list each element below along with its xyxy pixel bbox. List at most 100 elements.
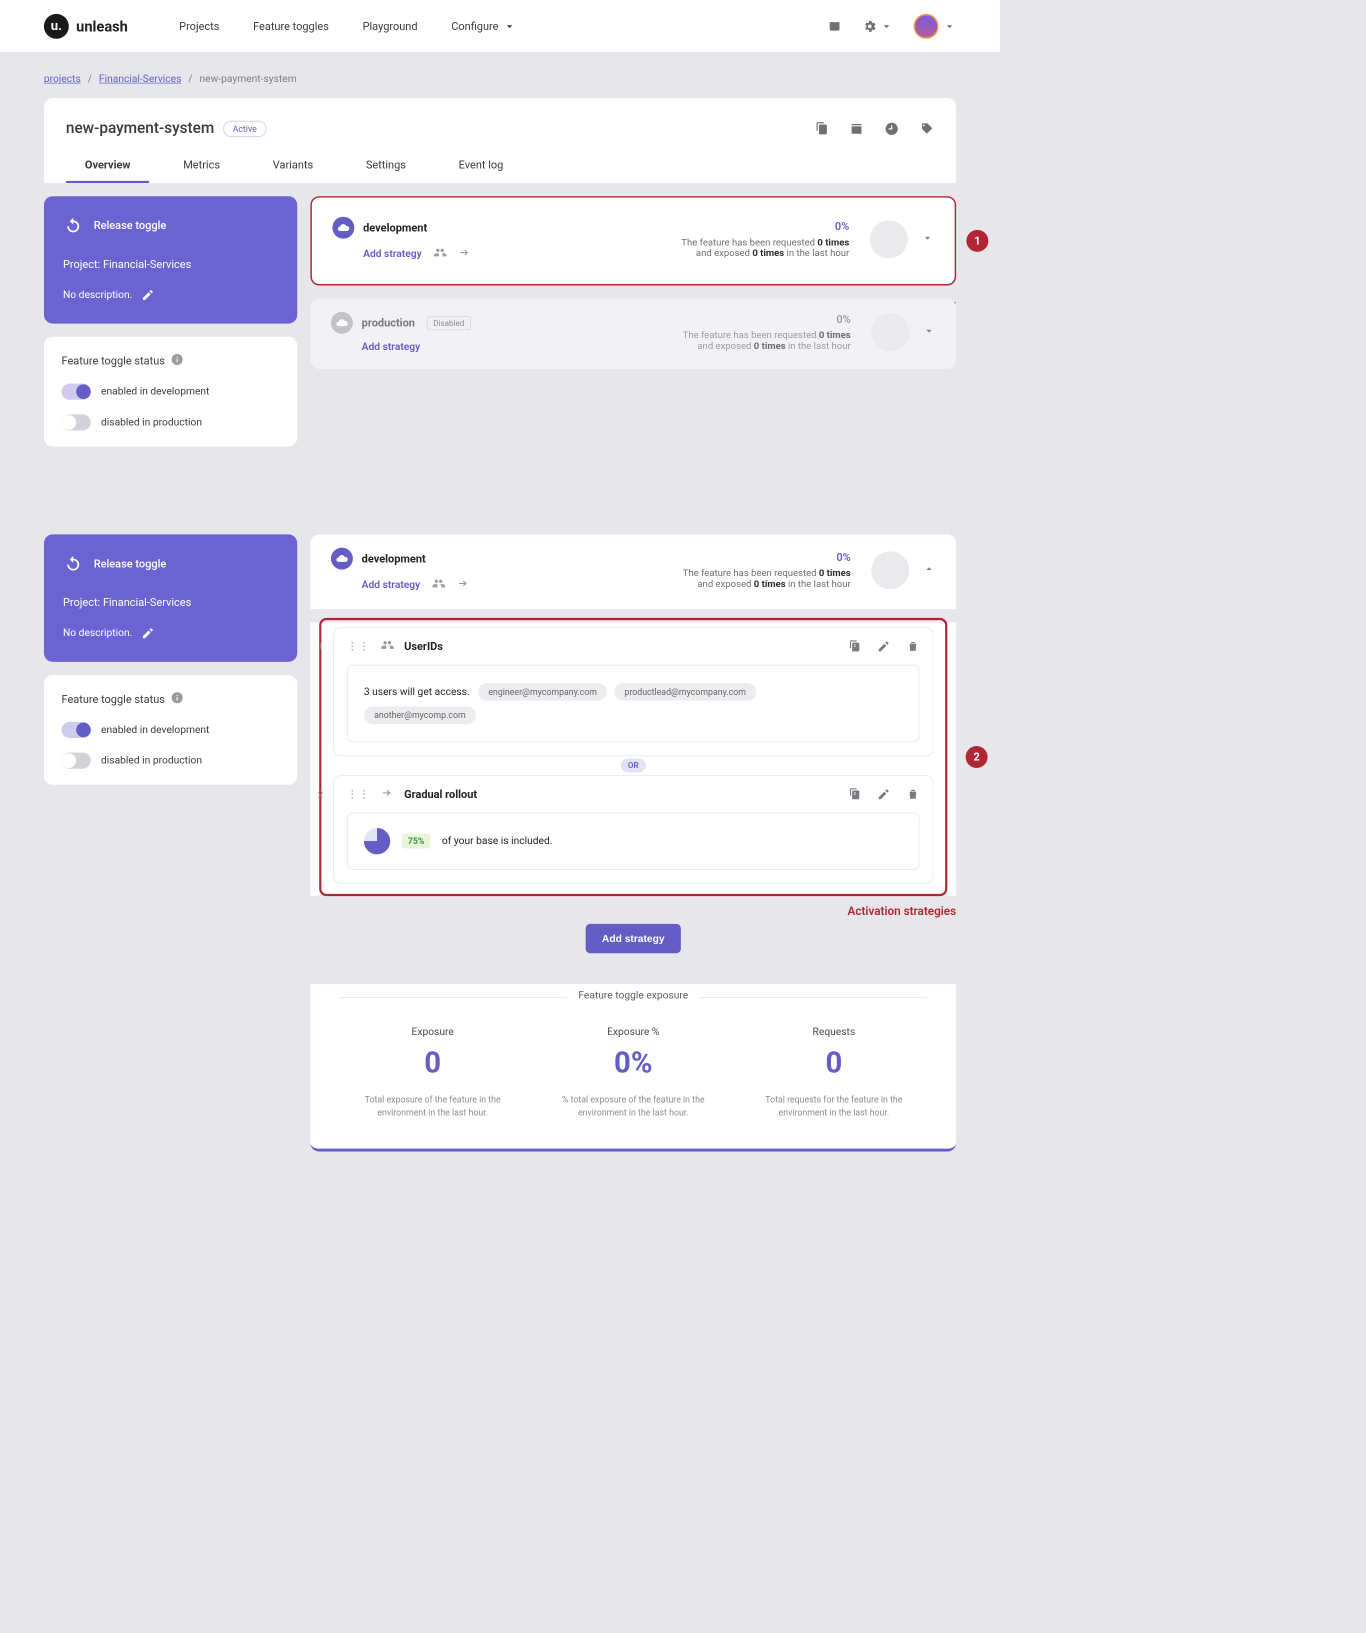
callout-2-badge: 2 [966,746,988,768]
req-text: The feature has been requested [683,330,819,341]
chevron-down-icon [943,19,956,32]
env-card-development[interactable]: 1 development Add strategy [310,196,956,285]
strategies-panel: 2 1 ⋮⋮ UserIDs [310,622,956,896]
toggle-dev-label: enabled in development [101,386,209,398]
info-icon[interactable] [171,691,184,707]
chevron-down-icon [880,19,893,32]
nav-feature-toggles[interactable]: Feature toggles [253,19,329,32]
strategy-index: 1 [318,641,323,652]
logo-icon: u. [44,14,69,39]
rollout-icon[interactable] [457,577,470,593]
exposure-label: Exposure % [540,1026,726,1038]
metrics-circle [871,551,909,589]
exposure-cell-requests: Requests 0 Total requests for the featur… [741,1026,927,1119]
env-card-production[interactable]: production Disabled Add strategy 0% The … [310,299,956,369]
project-name: Financial-Services [103,258,191,271]
tab-overview[interactable]: Overview [85,158,131,183]
delete-strategy-icon[interactable] [906,640,919,653]
edit-description-icon[interactable] [141,288,154,301]
rollout-icon [381,786,394,802]
add-strategy-link[interactable]: Add strategy [362,579,421,591]
breadcrumb-projects[interactable]: projects [44,73,81,85]
add-strategy-link[interactable]: Add strategy [362,341,421,353]
no-description-text: No description. [63,289,132,301]
toggle-prod[interactable] [61,414,90,430]
edit-description-icon[interactable] [141,627,154,640]
copy-icon[interactable] [814,122,829,137]
delete-strategy-icon[interactable] [906,788,919,801]
req-text: The feature has been requested [681,237,817,248]
cloud-icon [332,217,354,239]
user-chip: productlead@mycompany.com [614,683,756,701]
add-strategy-button[interactable]: Add strategy [586,924,681,953]
tab-eventlog[interactable]: Event log [459,158,504,183]
drag-handle-icon[interactable]: ⋮⋮ [347,641,370,653]
tab-metrics[interactable]: Metrics [183,158,220,183]
exposure-sub: % total exposure of the feature in the e… [553,1093,714,1119]
env-name: development [363,221,427,234]
project-label-prefix: Project: [63,596,103,609]
feature-type-card: Release toggle Project: Financial-Servic… [44,534,297,661]
brand-name: unleash [76,17,128,35]
copy-strategy-icon[interactable] [848,788,861,801]
exposure-value: 0% [540,1045,726,1079]
info-icon[interactable] [171,353,184,369]
rollout-pie-icon [364,828,390,854]
tab-variants[interactable]: Variants [273,158,313,183]
feature-header-card: new-payment-system Active Overview Metri… [44,98,956,183]
status-badge: Active [223,121,266,137]
chevron-down-icon [503,19,516,32]
strategy-card-gradual: 2 ⋮⋮ Gradual rollout [333,775,933,883]
feature-tabs: Overview Metrics Variants Settings Event… [66,158,934,183]
docs-icon[interactable] [827,19,842,34]
toggle-dev[interactable] [61,722,90,738]
feature-type-label: Release toggle [94,557,167,570]
settings-icon[interactable] [862,19,893,34]
users-icon[interactable] [433,246,446,262]
user-menu[interactable] [914,14,956,39]
expand-icon[interactable] [921,231,934,248]
topbar: u. unleash Projects Feature toggles Play… [0,0,1000,53]
callout-activation-strategies: Activation strategies [848,904,957,918]
drag-handle-icon[interactable]: ⋮⋮ [347,788,370,800]
collapse-icon[interactable] [922,562,935,579]
exposure-sub: Total exposure of the feature in the env… [352,1093,513,1119]
edit-strategy-icon[interactable] [877,640,890,653]
exposure-value: 0 [340,1045,526,1079]
rollout-icon[interactable] [458,246,471,262]
req-count: 0 times [819,330,851,341]
toggle-dev[interactable] [61,384,90,400]
edit-strategy-icon[interactable] [877,788,890,801]
archive-icon[interactable] [849,122,864,137]
status-title: Feature toggle status [61,354,164,367]
exposure-value: 0 [741,1045,927,1079]
nav-playground[interactable]: Playground [363,19,418,32]
breadcrumb-project[interactable]: Financial-Services [99,73,181,85]
exposure-label: Requests [741,1026,927,1038]
toggle-prod[interactable] [61,753,90,769]
exp-text: and exposed [696,248,752,259]
strategy-title: Gradual rollout [404,788,477,801]
copy-strategy-icon[interactable] [848,640,861,653]
users-icon[interactable] [432,577,445,593]
users-icon [381,638,394,654]
exposure-sub: Total requests for the feature in the en… [753,1093,914,1119]
env-name: development [362,552,426,565]
tab-settings[interactable]: Settings [366,158,406,183]
tail-text: in the last hour [786,579,851,590]
cloud-icon [331,312,353,334]
nav-projects[interactable]: Projects [179,19,219,32]
project-label-prefix: Project: [63,258,103,271]
strategy-card-userids: 1 ⋮⋮ UserIDs [333,627,933,756]
logo[interactable]: u. unleash [44,14,128,39]
nav-configure[interactable]: Configure [451,19,516,32]
rollout-pct: 75% [402,834,430,849]
stale-icon[interactable] [884,122,899,137]
feature-type-label: Release toggle [94,219,167,232]
user-chip: another@mycomp.com [364,706,476,724]
metrics-circle [871,313,909,351]
add-strategy-link[interactable]: Add strategy [363,248,422,260]
tag-icon[interactable] [920,122,935,137]
toggle-prod-label: disabled in production [101,755,202,767]
expand-icon[interactable] [922,324,935,341]
